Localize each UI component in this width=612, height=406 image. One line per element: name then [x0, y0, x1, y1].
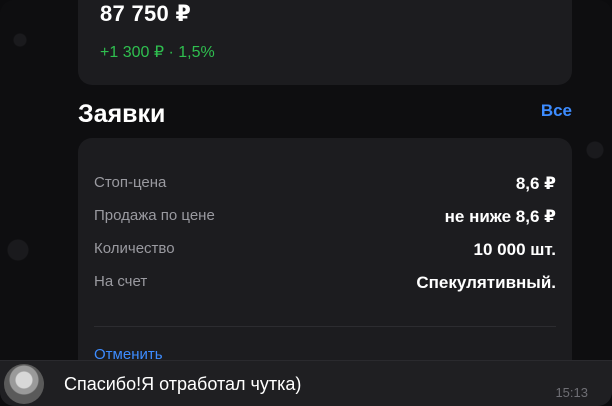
- order-row-value: не ниже 8,6 ₽: [444, 207, 556, 226]
- message-time: 15:13: [555, 385, 588, 400]
- message-text: Спасибо!Я отработал чутка): [64, 374, 302, 394]
- chat-message-bubble[interactable]: Спасибо!Я отработал чутка) 15:13: [0, 360, 612, 406]
- order-row-value: 10 000 шт.: [473, 240, 556, 259]
- orders-title: Заявки: [78, 100, 166, 128]
- divider: [94, 326, 556, 327]
- order-row-account: На счет Спекулятивный.: [94, 273, 556, 297]
- avatar[interactable]: [4, 364, 44, 404]
- order-row-quantity: Количество 10 000 шт.: [94, 240, 556, 264]
- portfolio-value: 87 750 ₽: [100, 1, 192, 26]
- all-orders-link[interactable]: Все: [541, 101, 572, 121]
- screen: 87 750 ₽ +1 300 ₽ · 1,5% Заявки Все Стоп…: [0, 0, 612, 406]
- order-card: Стоп-цена 8,6 ₽ Продажа по цене не ниже …: [78, 138, 572, 378]
- order-row-label: Количество: [94, 240, 175, 257]
- order-row-value: Спекулятивный.: [416, 273, 556, 292]
- order-row-sell-price: Продажа по цене не ниже 8,6 ₽: [94, 207, 556, 231]
- order-row-label: На счет: [94, 273, 148, 290]
- order-row-value: 8,6 ₽: [515, 174, 556, 193]
- order-row-stop-price: Стоп-цена 8,6 ₽: [94, 174, 556, 198]
- order-row-label: Продажа по цене: [94, 207, 215, 224]
- order-row-label: Стоп-цена: [94, 174, 167, 191]
- portfolio-change: +1 300 ₽ · 1,5%: [100, 44, 215, 61]
